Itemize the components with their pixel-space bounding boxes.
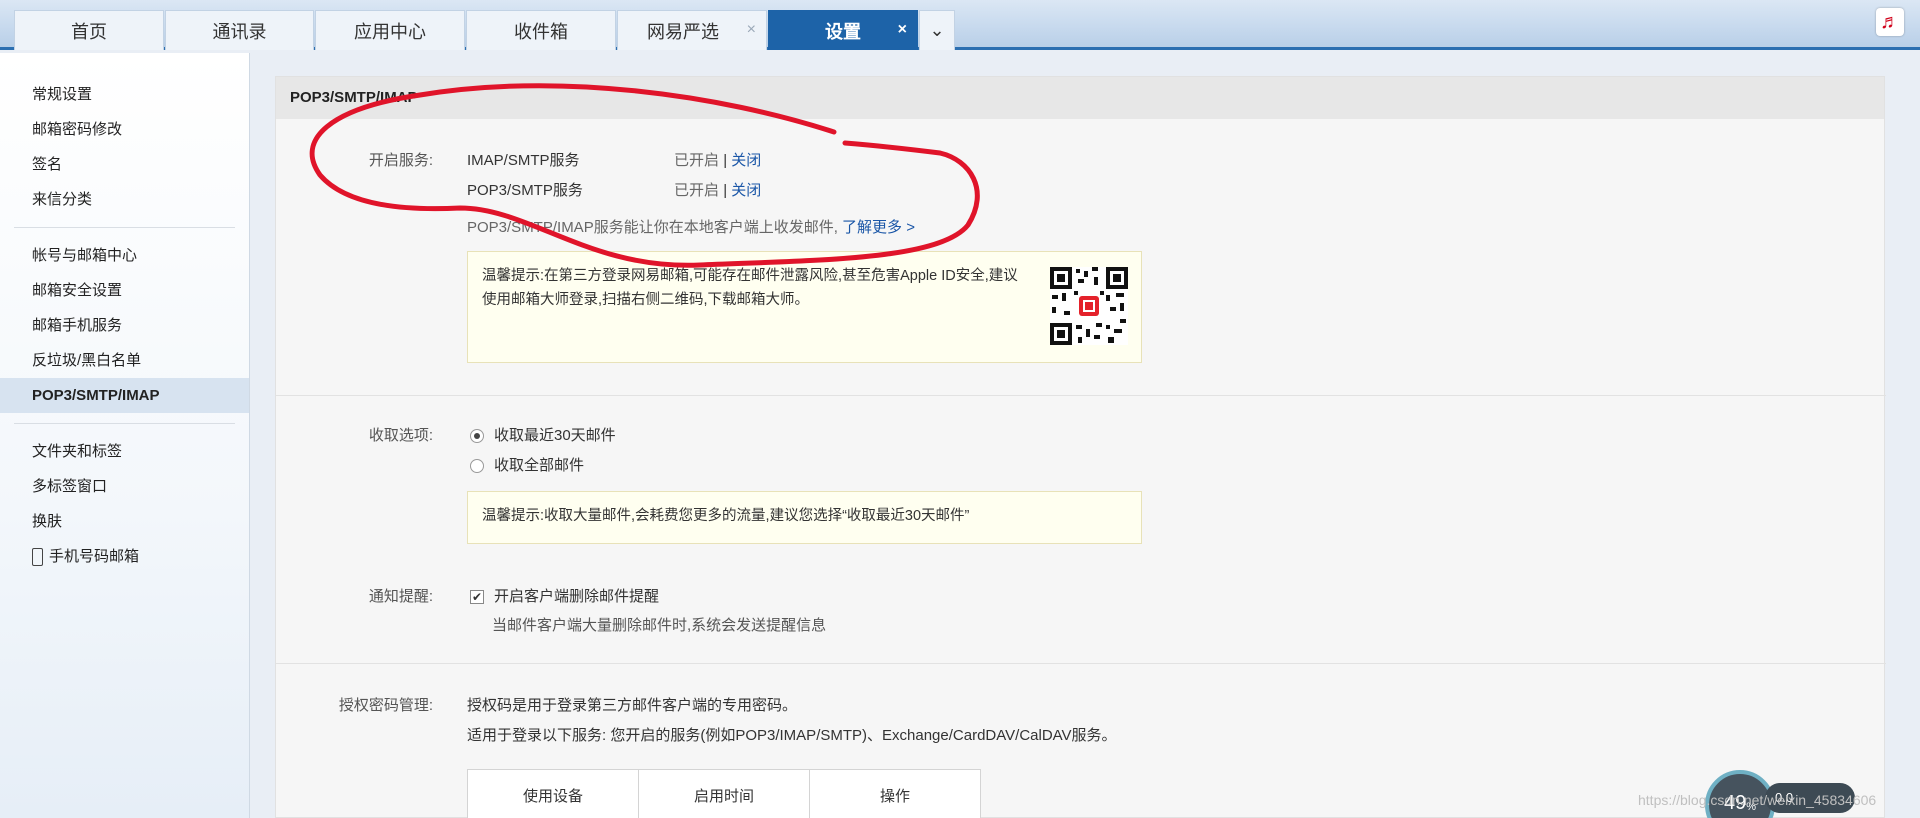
sidebar-item-password[interactable]: 邮箱密码修改 [0,112,249,147]
table-header-row: 使用设备 启用时间 操作 [467,769,981,818]
qr-code-icon [1050,267,1128,345]
tab-app-center[interactable]: 应用中心 [315,10,465,50]
tab-label: 通讯录 [212,21,267,42]
close-icon[interactable]: × [747,21,756,39]
tab-label: 设置 [825,21,861,42]
sidebar-item-multi-tab[interactable]: 多标签窗口 [0,469,249,504]
sidebar-item-antispam[interactable]: 反垃圾/黑白名单 [0,343,249,378]
sidebar-item-label: 换肤 [32,513,63,530]
sidebar-item-label: 反垃圾/黑白名单 [32,352,142,369]
sidebar-group-account: 帐号与邮箱中心 邮箱安全设置 邮箱手机服务 反垃圾/黑白名单 POP3/SMTP… [0,238,249,413]
auth-code-table: 使用设备 启用时间 操作 [467,769,981,818]
tab-settings[interactable]: 设置 × [768,10,918,50]
radio-label: 收取最近30天邮件 [494,427,616,444]
section-divider [276,395,1886,396]
sidebar-item-label: 邮箱安全设置 [32,282,123,299]
sidebar-item-skin[interactable]: 换肤 [0,504,249,539]
watermark-text: https://blog.csdn.net/weixin_45834606 [1638,792,1877,808]
phone-icon [32,547,43,566]
sidebar-item-label: 来信分类 [32,191,93,208]
sidebar-item-folders-tags[interactable]: 文件夹和标签 [0,434,249,469]
sidebar-item-mail-rules[interactable]: 来信分类 [0,182,249,217]
close-icon[interactable]: × [898,21,907,39]
sidebar-item-phone-mailbox[interactable]: 手机号码邮箱 [0,539,249,574]
tab-label: 应用中心 [354,21,426,42]
sidebar-divider [14,423,235,424]
column-header-device: 使用设备 [467,769,639,818]
fetch-option-all[interactable]: 收取全部邮件 [470,454,584,475]
sidebar-item-label: 邮箱手机服务 [32,317,123,334]
delete-reminder-checkbox-row[interactable]: ✔ 开启客户端删除邮件提醒 [470,585,659,606]
red-scribble-annotation [309,83,980,268]
music-icon[interactable]: ♬ [1876,8,1904,36]
sidebar-item-signature[interactable]: 签名 [0,147,249,182]
checkbox-label: 开启客户端删除邮件提醒 [494,588,660,605]
radio-button[interactable] [470,459,484,474]
fetch-option-30-days[interactable]: 收取最近30天邮件 [470,424,616,445]
checkbox[interactable]: ✔ [470,590,484,605]
sidebar-item-general[interactable]: 常规设置 [0,77,249,112]
section-divider [276,663,1886,664]
auth-code-line2: 适用于登录以下服务: 您开启的服务(例如POP3/IMAP/SMTP)、Exch… [467,727,1117,744]
tab-label: 首页 [71,21,107,42]
sidebar-item-label: 邮箱密码修改 [32,121,123,138]
radio-label: 收取全部邮件 [494,457,585,474]
sidebar-item-label: 常规设置 [32,86,93,103]
auth-code-line1: 授权码是用于登录第三方邮件客户端的专用密码。 [467,697,798,714]
settings-sidebar: 常规设置 邮箱密码修改 签名 来信分类 帐号与邮箱中心 邮箱安全设置 邮箱手机服… [0,53,250,818]
sidebar-item-pop3-smtp-imap[interactable]: POP3/SMTP/IMAP [0,378,249,413]
sidebar-item-mobile-service[interactable]: 邮箱手机服务 [0,308,249,343]
sidebar-divider [14,227,235,228]
sidebar-item-label: 文件夹和标签 [32,443,123,460]
chevron-down-icon: ⌄ [929,20,945,40]
sidebar-item-label: 签名 [32,156,63,173]
fetch-options-label: 收取选项: [368,427,433,444]
tab-home[interactable]: 首页 [14,10,164,50]
tab-strip: 首页 通讯录 应用中心 收件箱 网易严选 × 设置 × ⌄ [14,10,956,50]
tab-yanxuan[interactable]: 网易严选 × [617,10,767,50]
top-tab-bar: 首页 通讯录 应用中心 收件箱 网易严选 × 设置 × ⌄ ♬ [0,0,1920,50]
traffic-tip-text: 温馨提示:收取大量邮件,会耗费您更多的流量,建议您选择“收取最近30天邮件” [482,508,970,524]
sidebar-item-label: 多标签窗口 [32,478,108,495]
tab-label: 网易严选 [647,21,719,42]
sidebar-item-account-center[interactable]: 帐号与邮箱中心 [0,238,249,273]
traffic-tip-box: 温馨提示:收取大量邮件,会耗费您更多的流量,建议您选择“收取最近30天邮件” [467,491,1142,544]
sidebar-group-general: 常规设置 邮箱密码修改 签名 来信分类 [0,77,249,217]
column-header-enabled-time: 启用时间 [638,769,810,818]
sidebar-group-misc: 文件夹和标签 多标签窗口 换肤 手机号码邮箱 [0,434,249,574]
sidebar-item-label: POP3/SMTP/IMAP [32,387,160,404]
auth-code-label: 授权密码管理: [338,697,433,714]
sidebar-item-label: 手机号码邮箱 [49,548,140,565]
tab-label: 收件箱 [514,21,568,42]
tab-contacts[interactable]: 通讯录 [165,10,314,50]
notify-description: 当邮件客户端大量删除邮件时,系统会发送提醒信息 [492,617,827,634]
sidebar-item-label: 帐号与邮箱中心 [32,247,138,264]
sidebar-item-security[interactable]: 邮箱安全设置 [0,273,249,308]
column-header-action: 操作 [809,769,981,818]
notify-label: 通知提醒: [368,588,433,605]
scribble-stroke [309,83,980,268]
tab-inbox[interactable]: 收件箱 [466,10,616,50]
radio-button[interactable] [470,429,484,444]
tab-overflow-button[interactable]: ⌄ [919,10,955,50]
